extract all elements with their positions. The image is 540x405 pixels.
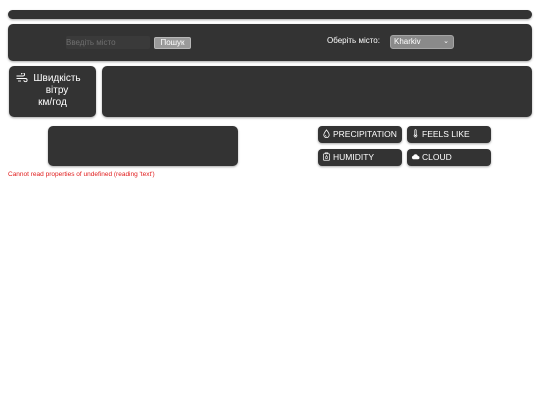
city-search-input[interactable] <box>66 36 150 49</box>
search-bar: Пошук Оберіть місто: Kharkiv ⌄ <box>8 24 532 61</box>
humidity-label: HUMIDITY <box>333 152 375 162</box>
current-weather-card <box>48 126 238 166</box>
chevron-down-icon: ⌄ <box>443 38 449 45</box>
weather-page: Пошук Оберіть місто: Kharkiv ⌄ Швидкість… <box>0 0 540 405</box>
thermometer-icon <box>413 129 418 138</box>
city-select[interactable]: Kharkiv ⌄ <box>390 35 454 49</box>
forecast-panel <box>102 66 532 117</box>
droplet-icon <box>323 129 330 138</box>
precipitation-label: PRECIPITATION <box>333 129 397 139</box>
wind-icon <box>16 73 28 83</box>
cloud-icon <box>411 154 420 160</box>
feels-like-label: FEELS LIKE <box>422 129 470 139</box>
city-select-value: Kharkiv <box>394 37 421 46</box>
wind-speed-label: Швидкість вітру <box>33 73 81 96</box>
error-message: Cannot read properties of undefined (rea… <box>8 171 155 178</box>
humidity-icon <box>322 152 331 161</box>
wind-speed-unit: км/год <box>38 97 67 108</box>
cloud-label: CLOUD <box>422 152 452 162</box>
header-bar <box>8 10 532 19</box>
humidity-chip[interactable]: HUMIDITY <box>318 149 402 166</box>
cloud-chip[interactable]: CLOUD <box>407 149 491 166</box>
wind-speed-card: Швидкість вітру км/год <box>9 66 96 117</box>
search-button[interactable]: Пошук <box>154 37 191 49</box>
city-select-label: Оберіть місто: <box>327 36 380 45</box>
feels-like-chip[interactable]: FEELS LIKE <box>407 126 491 143</box>
precipitation-chip[interactable]: PRECIPITATION <box>318 126 402 143</box>
